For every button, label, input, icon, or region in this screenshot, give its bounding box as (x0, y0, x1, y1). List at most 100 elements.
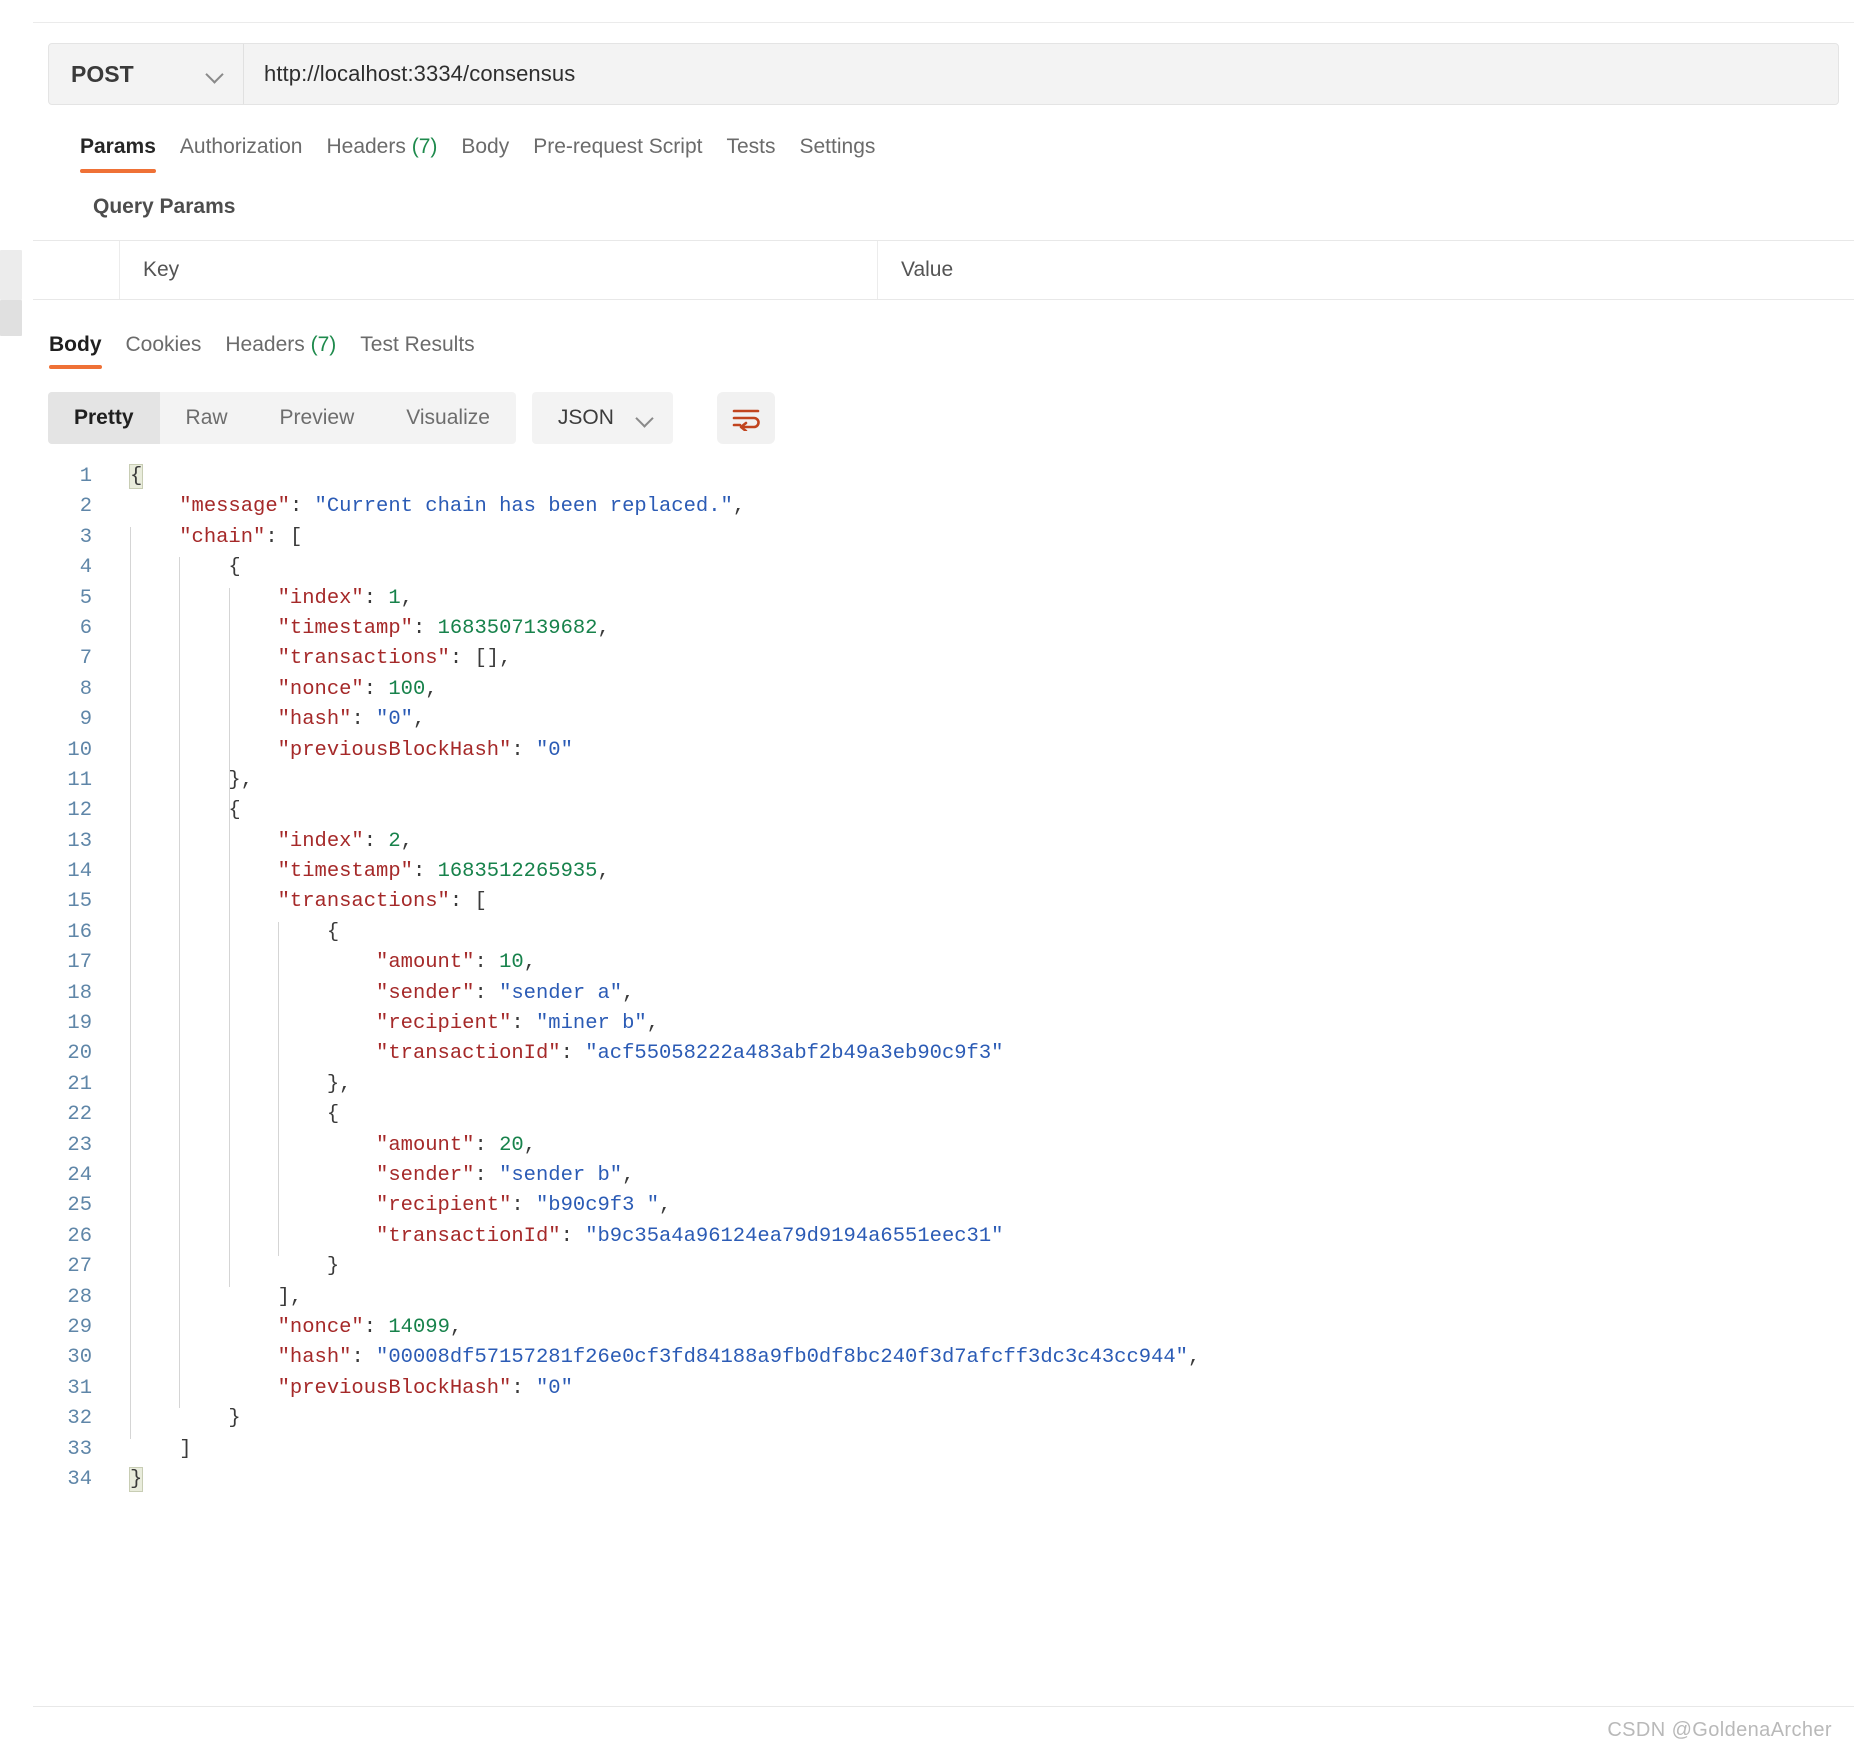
line-number: 10 (67, 738, 92, 762)
response-tab-test-results-label: Test Results (360, 333, 475, 356)
code-line-text: "previousBlockHash": "0" (114, 1374, 573, 1404)
response-format-selector[interactable]: JSON (531, 392, 673, 444)
tab-body[interactable]: Body (461, 135, 533, 173)
code-line-text: "recipient": "miner b", (114, 1009, 659, 1039)
response-tab-headers-label: Headers (225, 333, 305, 356)
url-input[interactable]: http://localhost:3334/consensus (244, 44, 1838, 104)
code-token: "message" (179, 495, 290, 519)
code-token: }, (228, 768, 254, 792)
code-token: "Current chain has been replaced." (314, 495, 733, 519)
code-line-text: "transactions": [], (114, 644, 512, 674)
tab-headers[interactable]: Headers (7) (326, 135, 461, 173)
code-token: 14099 (388, 1315, 450, 1339)
line-number: 1 (79, 465, 92, 488)
line-number: 27 (67, 1255, 92, 1279)
code-token: { (326, 920, 340, 944)
code-line: 27 } (33, 1252, 1854, 1282)
view-mode-visualize-label: Visualize (406, 406, 490, 429)
code-line-text: "timestamp": 1683512265935, (114, 857, 610, 887)
response-tab-test-results[interactable]: Test Results (360, 333, 498, 369)
response-tab-headers[interactable]: Headers (7) (225, 333, 360, 369)
code-token: : (511, 1376, 536, 1400)
code-token: "amount" (376, 951, 475, 975)
tab-authorization[interactable]: Authorization (180, 135, 327, 173)
code-line-text: "transactions": [ (114, 887, 487, 917)
line-number: 13 (67, 829, 92, 853)
tab-params[interactable]: Params (80, 135, 180, 173)
http-method-selector[interactable]: POST (49, 44, 244, 104)
line-number: 5 (79, 586, 92, 610)
view-mode-raw[interactable]: Raw (160, 392, 254, 444)
code-line: 10 "previousBlockHash": "0" (33, 736, 1854, 766)
code-token: "chain" (179, 525, 266, 549)
view-mode-pretty-label: Pretty (74, 406, 134, 429)
view-mode-pretty[interactable]: Pretty (48, 392, 160, 444)
code-token: , (1187, 1346, 1201, 1370)
params-value-header: Value (901, 258, 954, 281)
code-line: 29 "nonce": 14099, (33, 1313, 1854, 1343)
line-number: 6 (79, 616, 92, 640)
code-token: } (228, 1407, 241, 1431)
response-tab-body-label: Body (49, 333, 102, 356)
line-number: 2 (79, 495, 92, 519)
code-line: 13 "index": 2, (33, 827, 1854, 857)
code-line: 11 }, (33, 766, 1854, 796)
response-tabs: Body Cookies Headers (7) Test Results (49, 325, 1854, 369)
code-token: : (363, 1315, 389, 1339)
code-token: ] (179, 1437, 192, 1461)
line-number: 9 (79, 708, 92, 732)
code-line: 9 "hash": "0", (33, 705, 1854, 735)
code-line-text: } (114, 1404, 241, 1434)
code-token: { (228, 799, 241, 823)
code-line-text: { (114, 918, 339, 948)
code-line: 32 } (33, 1404, 1854, 1434)
code-line-text: "sender": "sender b", (114, 1161, 634, 1191)
tab-tests[interactable]: Tests (726, 135, 799, 173)
code-token: "index" (277, 586, 364, 610)
tab-params-label: Params (80, 135, 156, 158)
code-line-text: "transactionId": "b9c35a4a96124ea79d9194… (114, 1222, 1003, 1252)
code-token: "hash" (277, 708, 352, 732)
tab-pre-request-script[interactable]: Pre-request Script (533, 135, 726, 173)
code-line-text: } (114, 1252, 339, 1282)
code-line: 22 { (33, 1100, 1854, 1130)
code-line: 12 { (33, 796, 1854, 826)
code-token: "0" (376, 708, 413, 732)
response-tab-body[interactable]: Body (49, 333, 126, 369)
http-method-label: POST (71, 60, 134, 87)
code-line-text: }, (114, 1070, 352, 1100)
code-line: 7 "transactions": [], (33, 644, 1854, 674)
request-response-pane: POST http://localhost:3334/consensus Par… (33, 0, 1854, 1750)
code-token: 1683507139682 (437, 616, 598, 640)
code-line: 25 "recipient": "b90c9f3 ", (33, 1191, 1854, 1221)
line-number: 12 (67, 799, 92, 823)
code-token: , (622, 981, 635, 1005)
tab-settings[interactable]: Settings (800, 135, 900, 173)
code-token: : (511, 1012, 536, 1036)
line-number: 17 (67, 951, 92, 975)
code-token: : (363, 586, 389, 610)
view-mode-visualize[interactable]: Visualize (380, 392, 516, 444)
code-line: 31 "previousBlockHash": "0" (33, 1374, 1854, 1404)
response-tab-cookies[interactable]: Cookies (126, 333, 226, 369)
code-token: : (474, 951, 500, 975)
code-line-text: }, (114, 766, 253, 796)
code-line: 18 "sender": "sender a", (33, 979, 1854, 1009)
code-token: } (326, 1255, 340, 1279)
wrap-lines-button[interactable] (716, 392, 775, 444)
code-token: "0" (535, 1376, 573, 1400)
line-number: 25 (67, 1194, 92, 1218)
code-line-text: { (114, 796, 241, 826)
left-rail (0, 0, 34, 1750)
code-line: 2 "message": "Current chain has been rep… (33, 492, 1854, 522)
code-line-text: "hash": "0", (114, 705, 426, 735)
line-number: 22 (67, 1103, 92, 1127)
code-token: "index" (277, 829, 364, 853)
view-mode-preview[interactable]: Preview (254, 392, 381, 444)
code-token: "00008df57157281f26e0cf3fd84188a9fb0df8b… (376, 1346, 1188, 1370)
code-token: : (474, 1163, 500, 1187)
code-token: 1683512265935 (437, 860, 598, 884)
response-body-code[interactable]: 1 {2 "message": "Current chain has been r… (33, 462, 1854, 1495)
code-token: } (128, 1466, 144, 1492)
tab-settings-label: Settings (799, 135, 876, 158)
